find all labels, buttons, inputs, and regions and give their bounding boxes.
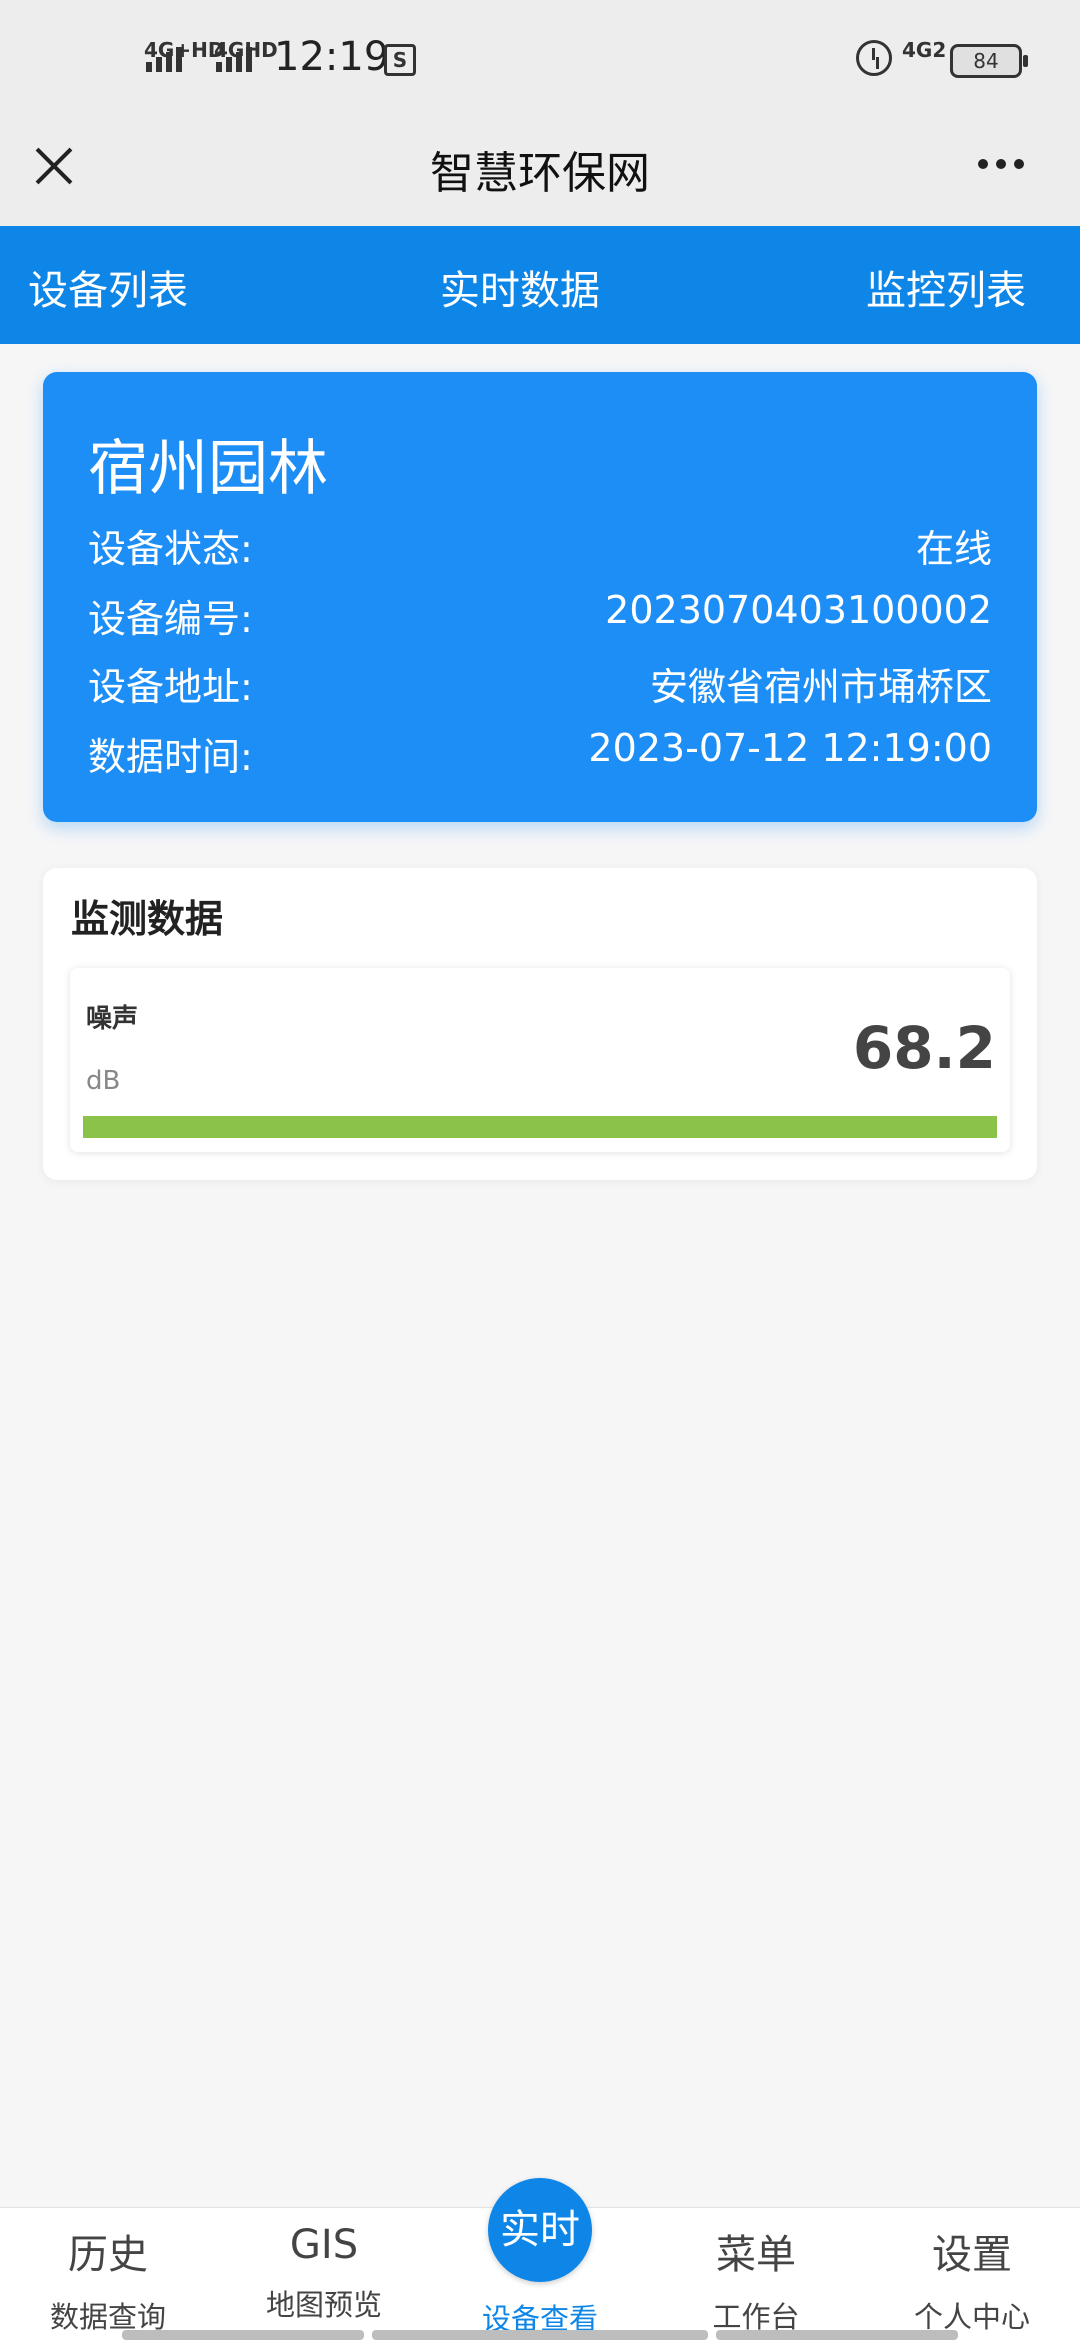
bottom-nav-gis-label: GIS: [289, 2222, 359, 2268]
home-indicator-segment: [122, 2330, 364, 2340]
alarm-icon: [856, 40, 892, 76]
more-options-icon[interactable]: [978, 159, 1024, 169]
sensor-level-bar-fill: [83, 1116, 997, 1138]
sensor-value: 68.2: [852, 1014, 996, 1082]
bottom-nav-history-label: 历史: [68, 2232, 148, 2278]
sensor-name: 噪声: [86, 1004, 139, 1034]
device-name: 宿州园林: [88, 434, 328, 504]
device-status-label: 设备状态:: [88, 527, 253, 571]
sensor-unit: dB: [86, 1066, 121, 1096]
bottom-nav-menu[interactable]: 菜单 工作台: [648, 2222, 864, 2336]
network-label-3: 4G2: [902, 38, 947, 62]
signal-icon-2: [216, 46, 252, 72]
device-status-row: 设备状态: 在线: [88, 518, 992, 573]
bottom-nav-settings-label: 设置: [932, 2232, 1012, 2278]
monitor-data-title: 监测数据: [71, 897, 224, 941]
title-bar: 智慧环保网: [0, 115, 1080, 226]
status-time: 12:19: [274, 34, 390, 80]
tab-device-list[interactable]: 设备列表: [28, 258, 188, 316]
device-address-row: 设备地址: 安徽省宿州市埇桥区: [88, 656, 992, 711]
device-id-row: 设备编号: 2023070403100002: [88, 588, 992, 643]
monitor-data-card: 监测数据 噪声 dB 68.2: [43, 868, 1037, 1180]
app-notification-icon: S: [384, 44, 416, 76]
device-id-value: 2023070403100002: [605, 588, 992, 632]
bottom-nav-history[interactable]: 历史 数据查询: [0, 2222, 216, 2336]
bottom-nav-settings[interactable]: 设置 个人中心: [864, 2222, 1080, 2336]
noise-sensor-card[interactable]: 噪声 dB 68.2: [70, 968, 1010, 1152]
signal-icon-1: [146, 46, 182, 72]
status-bar: 4G+HD 4GHD 12:19 S 4G2 84: [0, 0, 1080, 115]
data-time-label: 数据时间:: [88, 735, 253, 779]
top-nav: 设备列表 实时数据 监控列表: [0, 226, 1080, 344]
sensor-level-bar: [83, 1116, 997, 1138]
tab-realtime-data[interactable]: 实时数据: [440, 258, 600, 316]
home-indicator-segment: [716, 2330, 958, 2340]
bottom-nav-menu-label: 菜单: [716, 2232, 796, 2278]
bottom-nav-realtime-button[interactable]: 实时: [488, 2178, 592, 2282]
device-address-label: 设备地址:: [88, 665, 253, 709]
page-title: 智慧环保网: [430, 148, 650, 199]
data-time-value: 2023-07-12 12:19:00: [588, 726, 992, 770]
device-info-card: 宿州园林 设备状态: 在线 设备编号: 2023070403100002 设备地…: [43, 372, 1037, 822]
battery-icon: 84: [950, 44, 1028, 78]
device-id-label: 设备编号:: [88, 597, 253, 641]
bottom-nav-gis[interactable]: GIS 地图预览: [216, 2222, 432, 2324]
device-address-value: 安徽省宿州市埇桥区: [649, 665, 992, 709]
tab-monitor-list[interactable]: 监控列表: [866, 258, 1026, 316]
device-status-value: 在线: [915, 527, 992, 571]
data-time-row: 数据时间: 2023-07-12 12:19:00: [88, 726, 992, 781]
home-indicator-segment: [372, 2330, 708, 2340]
bottom-nav-gis-sublabel: 地图预览: [265, 2288, 382, 2322]
